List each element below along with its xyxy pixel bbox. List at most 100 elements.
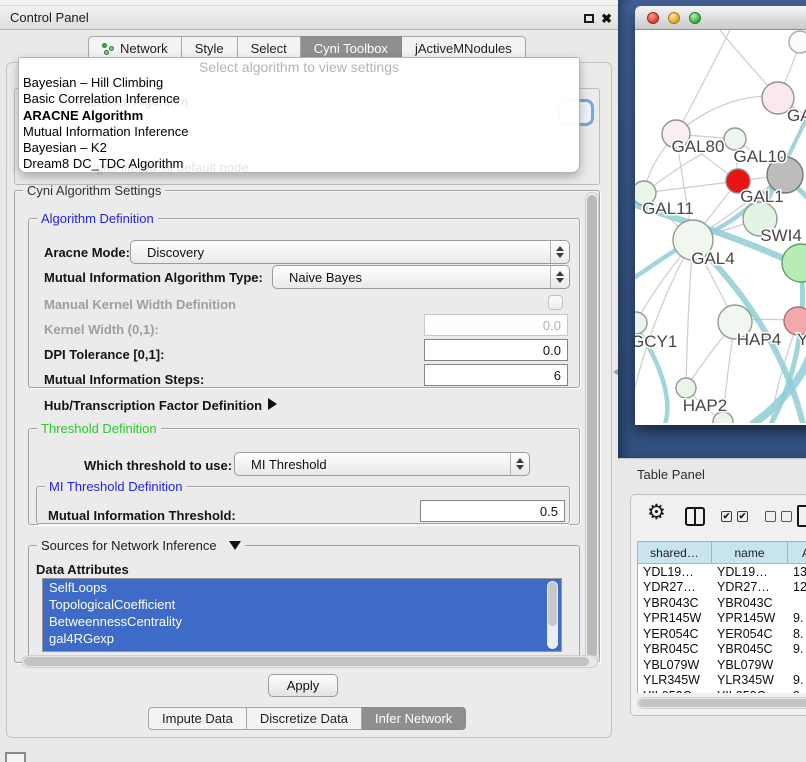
table-cell: YBL079W <box>638 658 712 672</box>
table-row[interactable]: YBR045CYBR045C9. <box>638 642 806 658</box>
mi-threshold-field[interactable]: 0.5 <box>420 500 565 522</box>
network-node-label: GAL1 <box>740 187 783 206</box>
data-attributes-label: Data Attributes <box>36 562 129 577</box>
table-row[interactable]: YLR345WYLR345W9. <box>638 673 806 689</box>
minimized-panel-icon[interactable] <box>5 752 26 762</box>
network-node[interactable] <box>676 378 696 398</box>
aracne-mode-label: Aracne Mode: <box>44 245 130 260</box>
settings-vertical-scrollbar[interactable] <box>585 192 599 661</box>
table-row[interactable]: YDL19…YDL19…13 <box>638 564 806 580</box>
deselect-all-checkbox-icon[interactable] <box>765 511 776 522</box>
tab-impute-data[interactable]: Impute Data <box>148 707 247 730</box>
which-threshold-value: MI Threshold <box>235 457 510 472</box>
table-cell: YPR145W <box>638 611 712 625</box>
collapse-down-icon <box>229 541 241 550</box>
tab-label: Style <box>195 41 224 56</box>
zoom-traffic-light[interactable] <box>689 12 701 24</box>
minimize-traffic-light[interactable] <box>668 12 680 24</box>
scrollbar-thumb[interactable] <box>24 657 589 666</box>
table-cell: YBR043C <box>712 596 788 610</box>
algorithm-option[interactable]: Bayesian – K2 <box>19 140 579 156</box>
aracne-mode-select[interactable]: Discovery <box>130 240 570 264</box>
network-node[interactable] <box>635 312 647 334</box>
network-node-label: Y <box>797 330 806 349</box>
manual-kernel-width-checkbox[interactable] <box>548 295 563 310</box>
gear-icon[interactable]: ⚙ <box>647 502 666 523</box>
hub-definition-label: Hub/Transcription Factor Definition <box>44 398 262 413</box>
column-header[interactable]: name <box>712 542 788 564</box>
scrollbar-thumb[interactable] <box>587 195 597 658</box>
close-traffic-light[interactable] <box>647 12 659 24</box>
table-cell: YBR045C <box>638 642 712 656</box>
attribute-item[interactable]: gal4RGexp <box>43 630 561 647</box>
control-panel-titlebar[interactable]: Control Panel ✖ <box>0 6 618 30</box>
column-header[interactable]: shared… <box>638 542 712 564</box>
table-row[interactable]: YIL052CYIL052C9 <box>638 688 806 693</box>
network-canvas[interactable]: GALGAL80GAL10GAL1GAL11SWI4GAL4GCY1HAP4YH… <box>635 30 806 423</box>
scrollbar-thumb[interactable] <box>639 699 806 707</box>
table-panel: ⚙ ✔ ✔ shared…nameAYDL19…YDL19…13YDR27…YD… <box>630 494 806 716</box>
network-node-label: SWI4 <box>760 226 802 245</box>
hub-definition-expander[interactable]: Hub/Transcription Factor Definition <box>44 398 277 413</box>
which-threshold-select[interactable]: MI Threshold <box>234 452 530 476</box>
network-node[interactable] <box>782 244 806 282</box>
table-cell: YLR345W <box>638 673 712 687</box>
sources-title[interactable]: Sources for Network Inference <box>37 538 245 553</box>
mi-steps-field[interactable]: 6 <box>424 364 568 386</box>
table-cell: YBR043C <box>638 596 712 610</box>
dpi-tolerance-field[interactable]: 0.0 <box>424 339 568 361</box>
table-row[interactable]: YPR145WYPR145W9. <box>638 611 806 627</box>
scrollbar-thumb[interactable] <box>548 582 557 626</box>
network-node-label: GAL4 <box>691 249 734 268</box>
table-cell: 13 <box>788 565 806 579</box>
table-panel-titlebar[interactable]: Table Panel <box>618 458 806 492</box>
float-window-icon[interactable] <box>584 14 594 23</box>
table-row[interactable]: YBL079WYBL079W <box>638 657 806 673</box>
table-cell: YIL052C <box>638 689 712 693</box>
algorithm-option[interactable]: Mutual Information Inference <box>19 124 579 140</box>
network-node[interactable] <box>789 31 806 53</box>
table-row[interactable]: YBR043CYBR043C <box>638 595 806 611</box>
export-table-icon[interactable] <box>797 505 806 527</box>
sources-title-text: Sources for Network Inference <box>41 538 217 553</box>
network-node-label: GAL11 <box>642 199 694 218</box>
tab-label: Cyni Toolbox <box>314 41 388 56</box>
attribute-item[interactable]: BetweennessCentrality <box>43 613 561 630</box>
deselect-all-checkbox-icon[interactable] <box>781 511 792 522</box>
select-all-checkbox-icon[interactable]: ✔ <box>721 511 732 522</box>
network-graph: GALGAL80GAL10GAL1GAL11SWI4GAL4GCY1HAP4YH… <box>635 30 806 423</box>
algorithm-option[interactable]: Basic Correlation Inference <box>19 91 579 107</box>
which-threshold-label: Which threshold to use: <box>84 458 232 473</box>
network-window-titlebar[interactable] <box>635 6 806 30</box>
attribute-item[interactable]: TopologicalCoefficient <box>43 596 561 613</box>
apply-button[interactable]: Apply <box>268 674 338 697</box>
close-icon[interactable]: ✖ <box>601 11 612 27</box>
node-attribute-table[interactable]: shared…nameAYDL19…YDL19…13YDR27…YDR27…12… <box>637 541 806 693</box>
algorithm-option[interactable]: Dream8 DC_TDC Algorithm <box>19 156 579 172</box>
mi-algorithm-type-select[interactable]: Naive Bayes <box>272 265 570 289</box>
kernel-width-field[interactable]: 0.0 <box>424 314 568 336</box>
select-all-checkbox-icon[interactable]: ✔ <box>737 511 748 522</box>
algorithm-option[interactable]: ARACNE Algorithm <box>19 108 579 124</box>
column-header[interactable]: A <box>788 542 806 564</box>
desktop-background: GALGAL80GAL10GAL1GAL11SWI4GAL4GCY1HAP4YH… <box>618 0 806 458</box>
expand-right-icon <box>268 398 277 410</box>
table-row[interactable]: YER054CYER054C8. <box>638 626 806 642</box>
table-cell: YDR27… <box>638 580 712 594</box>
settings-horizontal-scrollbar[interactable] <box>22 655 598 668</box>
threshold-definition-title: Threshold Definition <box>37 421 161 436</box>
table-cell: YDL19… <box>638 565 712 579</box>
network-node-label: HAP4 <box>737 330 781 349</box>
tab-infer-network[interactable]: Infer Network <box>362 707 466 730</box>
table-cell: 9. <box>788 673 806 687</box>
algorithm-option[interactable]: Bayesian – Hill Climbing <box>19 75 579 91</box>
table-cell: YDL19… <box>712 565 788 579</box>
network-edge[interactable] <box>676 30 730 134</box>
data-attributes-list[interactable]: SelfLoopsTopologicalCoefficientBetweenne… <box>42 578 562 652</box>
attributes-scrollbar[interactable] <box>547 581 558 649</box>
tab-discretize-data[interactable]: Discretize Data <box>247 707 362 730</box>
columns-icon[interactable] <box>685 507 705 526</box>
table-row[interactable]: YDR27…YDR27…12 <box>638 580 806 596</box>
table-horizontal-scrollbar[interactable] <box>637 697 806 709</box>
attribute-item[interactable]: SelfLoops <box>43 579 561 596</box>
